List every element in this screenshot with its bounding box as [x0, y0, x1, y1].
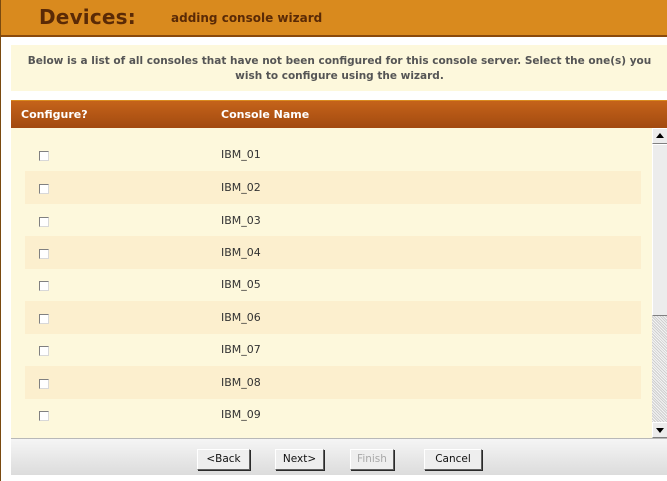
configure-checkbox[interactable]	[39, 184, 49, 194]
table-header: Configure? Console Name	[11, 100, 667, 128]
table-row: IBM_09	[25, 398, 641, 431]
wizard-footer: <Back Next> Finish Cancel	[11, 438, 667, 475]
table-row: IBM_07	[25, 333, 641, 366]
configure-checkbox[interactable]	[39, 314, 49, 324]
configure-checkbox[interactable]	[39, 249, 49, 259]
console-name: IBM_08	[221, 376, 261, 389]
page-subtitle: adding console wizard	[171, 11, 323, 25]
console-name: IBM_06	[221, 311, 261, 324]
console-name: IBM_01	[221, 148, 261, 161]
console-name: IBM_04	[221, 246, 261, 259]
bottom-edge	[1, 475, 667, 481]
table-row: IBM_03	[25, 204, 641, 237]
instructions-panel: Below is a list of all consoles that hav…	[11, 45, 667, 91]
scroll-down-button[interactable]	[652, 422, 667, 438]
scroll-thumb[interactable]	[652, 144, 667, 316]
table-row: IBM_05	[25, 268, 641, 301]
list-scrollbar[interactable]	[652, 128, 667, 438]
table-row: IBM_04	[25, 236, 641, 269]
scroll-up-button[interactable]	[652, 128, 667, 144]
table-row: IBM_06	[25, 301, 641, 334]
arrow-down-icon	[656, 428, 664, 433]
console-name: IBM_07	[221, 343, 261, 356]
cancel-button[interactable]: Cancel	[424, 449, 482, 470]
console-list[interactable]: IBM_01 IBM_02 IBM_03 IBM_04 IBM_05 IBM_0…	[11, 128, 667, 438]
console-name: IBM_02	[221, 181, 261, 194]
table-row: IBM_02	[25, 171, 641, 204]
console-name: IBM_03	[221, 214, 261, 227]
configure-checkbox[interactable]	[39, 281, 49, 291]
console-name: IBM_09	[221, 408, 261, 421]
title-bar: Devices: adding console wizard	[1, 0, 667, 37]
instructions-line-1: Below is a list of all consoles that hav…	[27, 55, 652, 67]
finish-button[interactable]: Finish	[350, 449, 394, 470]
configure-checkbox[interactable]	[39, 217, 49, 227]
column-header-console-name: Console Name	[221, 108, 310, 121]
wizard-window: Devices: adding console wizard Below is …	[0, 0, 667, 481]
back-button[interactable]: <Back	[197, 449, 250, 470]
configure-checkbox[interactable]	[39, 346, 49, 356]
console-name: IBM_05	[221, 278, 261, 291]
configure-checkbox[interactable]	[39, 379, 49, 389]
next-button[interactable]: Next>	[275, 449, 324, 470]
arrow-up-icon	[656, 133, 664, 138]
instructions-line-2: wish to configure using the wizard.	[235, 70, 444, 82]
column-header-configure: Configure?	[21, 108, 88, 121]
configure-checkbox[interactable]	[39, 151, 49, 161]
configure-checkbox[interactable]	[39, 411, 49, 421]
page-title: Devices:	[39, 5, 136, 29]
table-row: IBM_08	[25, 366, 641, 399]
table-row: IBM_01	[25, 138, 641, 171]
